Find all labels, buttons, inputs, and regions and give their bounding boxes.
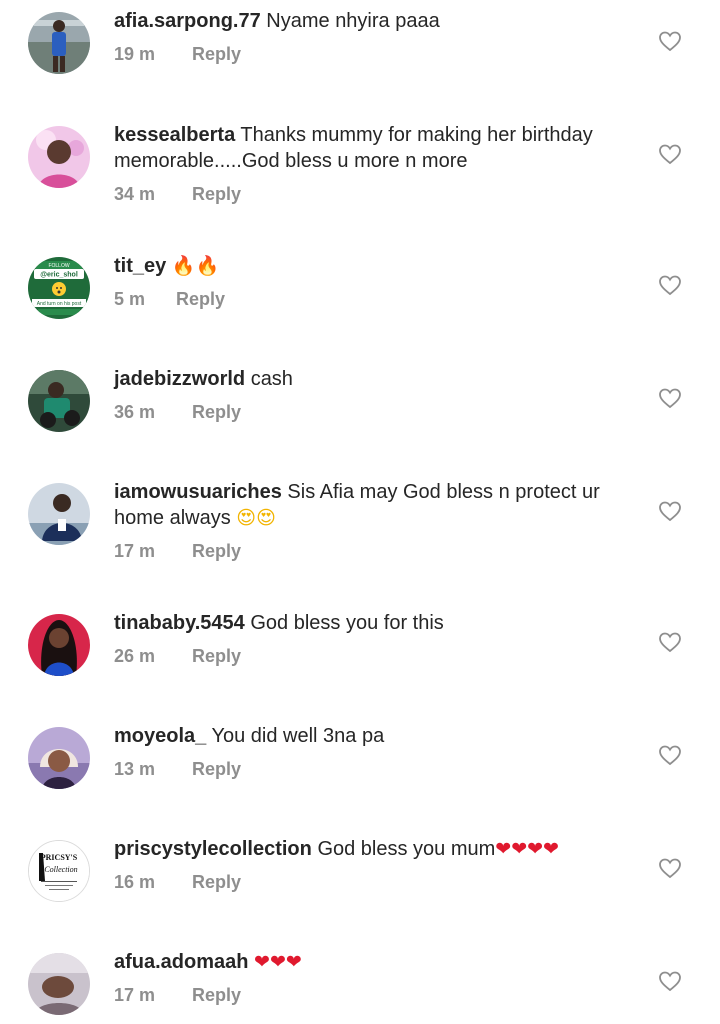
heart-eyes-emoji-icon: 😍😍: [236, 507, 276, 529]
like-heart-icon[interactable]: [658, 630, 682, 654]
comment-body: You did well 3na pa: [211, 725, 385, 747]
comment-text: tinababy.5454 God bless you for this: [114, 610, 646, 636]
avatar[interactable]: FOLLOW @eric_shol And turn on his post: [28, 257, 90, 319]
comment-content: moyeola_ You did well 3na pa 13 m Reply: [114, 723, 646, 780]
comment-time: 34 m: [114, 184, 156, 204]
comment-time: 17 m: [114, 541, 156, 561]
comment-content: priscystylecollection God bless you mum❤…: [114, 836, 646, 893]
comment-text: afua.adomaah ❤❤❤: [114, 949, 646, 975]
comment-meta: 16 m Reply: [114, 872, 646, 893]
comment-username[interactable]: tit_ey: [114, 255, 166, 277]
fire-emoji-icon: 🔥🔥: [171, 255, 220, 277]
like-heart-icon[interactable]: [658, 386, 682, 410]
comment-content: jadebizzworld cash 36 m Reply: [114, 366, 646, 423]
comment-text: kessealberta Thanks mummy for making her…: [114, 122, 646, 174]
comment-content: afua.adomaah ❤❤❤ 17 m Reply: [114, 949, 646, 1006]
avatar-logo-subtitle: Collection: [44, 865, 77, 874]
comment-content: tit_ey 🔥🔥 5 m Reply: [114, 253, 646, 310]
comment-meta: 17 m Reply: [114, 541, 646, 562]
comment-body: Nyame nhyira paaa: [266, 10, 440, 32]
comment-time: 17 m: [114, 985, 156, 1005]
comment-content: afia.sarpong.77 Nyame nhyira paaa 19 m R…: [114, 8, 646, 65]
reply-button[interactable]: Reply: [192, 759, 241, 780]
reply-button[interactable]: Reply: [192, 402, 241, 423]
comment-username[interactable]: moyeola_: [114, 725, 206, 747]
avatar[interactable]: [28, 126, 90, 188]
avatar-badge-handle: @eric_shol: [40, 272, 78, 279]
comment-content: kessealberta Thanks mummy for making her…: [114, 122, 646, 205]
comment-body: cash: [250, 368, 293, 390]
like-heart-icon[interactable]: [658, 142, 682, 166]
reply-button[interactable]: Reply: [192, 184, 241, 205]
avatar[interactable]: [28, 614, 90, 676]
like-heart-icon[interactable]: [658, 856, 682, 880]
comment-meta: 13 m Reply: [114, 759, 646, 780]
comment-body: God bless you mum: [317, 838, 496, 860]
comment-time: 5 m: [114, 289, 146, 309]
comment-text: jadebizzworld cash: [114, 366, 646, 392]
avatar[interactable]: [28, 483, 90, 545]
avatar[interactable]: PRICSY'S Collection: [28, 840, 90, 902]
comment-username[interactable]: tinababy.5454: [114, 612, 245, 634]
comment-username[interactable]: iamowusuariches: [114, 481, 282, 503]
avatar[interactable]: [28, 12, 90, 74]
comment-text: priscystylecollection God bless you mum❤…: [114, 836, 646, 862]
avatar-badge-cta: And turn on his post: [37, 301, 82, 307]
like-heart-icon[interactable]: [658, 273, 682, 297]
comment-meta: 26 m Reply: [114, 646, 646, 667]
reply-button[interactable]: Reply: [192, 646, 241, 667]
like-heart-icon[interactable]: [658, 499, 682, 523]
avatar[interactable]: [28, 953, 90, 1015]
comment-meta: 36 m Reply: [114, 402, 646, 423]
comment-time: 13 m: [114, 759, 156, 779]
comment-username[interactable]: jadebizzworld: [114, 368, 245, 390]
comment-time: 36 m: [114, 402, 156, 422]
red-heart-emoji-icon: ❤❤❤❤: [495, 838, 559, 860]
avatar[interactable]: [28, 370, 90, 432]
comment-username[interactable]: afia.sarpong.77: [114, 10, 261, 32]
comment-username[interactable]: afua.adomaah: [114, 951, 248, 973]
comment-username[interactable]: kessealberta: [114, 124, 235, 146]
comment-text: afia.sarpong.77 Nyame nhyira paaa: [114, 8, 646, 34]
comment-meta: 5 m Reply: [114, 289, 646, 310]
comment-time: 19 m: [114, 44, 156, 64]
red-heart-emoji-icon: ❤❤❤: [254, 951, 302, 973]
comment-body: God bless you for this: [250, 612, 444, 634]
comment-content: tinababy.5454 God bless you for this 26 …: [114, 610, 646, 667]
avatar[interactable]: [28, 727, 90, 789]
comment-meta: 17 m Reply: [114, 985, 646, 1006]
avatar-logo-title: PRICSY'S: [41, 853, 78, 862]
reply-button[interactable]: Reply: [192, 541, 241, 562]
comment-time: 16 m: [114, 872, 156, 892]
like-heart-icon[interactable]: [658, 969, 682, 993]
comment-time: 26 m: [114, 646, 156, 666]
comment-text: tit_ey 🔥🔥: [114, 253, 646, 279]
like-heart-icon[interactable]: [658, 743, 682, 767]
avatar-badge-follow: FOLLOW: [48, 263, 69, 269]
comment-meta: 19 m Reply: [114, 44, 646, 65]
like-heart-icon[interactable]: [658, 29, 682, 53]
reply-button[interactable]: Reply: [192, 985, 241, 1006]
comment-username[interactable]: priscystylecollection: [114, 838, 312, 860]
comment-text: iamowusuariches Sis Afia may God bless n…: [114, 479, 646, 531]
reply-button[interactable]: Reply: [192, 872, 241, 893]
comment-meta: 34 m Reply: [114, 184, 646, 205]
comment-text: moyeola_ You did well 3na pa: [114, 723, 646, 749]
reply-button[interactable]: Reply: [192, 44, 241, 65]
reply-button[interactable]: Reply: [176, 289, 225, 310]
comment-content: iamowusuariches Sis Afia may God bless n…: [114, 479, 646, 562]
